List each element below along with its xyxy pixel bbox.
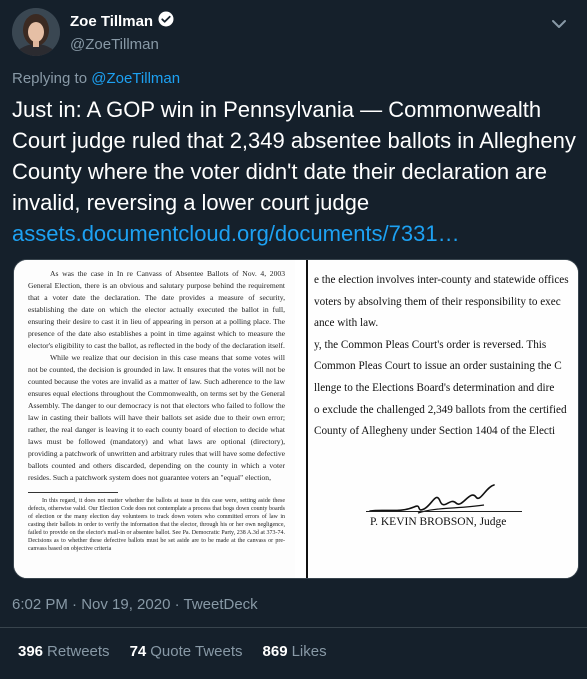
judge-name: P. KEVIN BROBSON, Judge [370, 516, 507, 528]
tweet-stats: 396 Retweets 74 Quote Tweets 869 Likes [18, 643, 347, 660]
document-line: voters by absolving them of their respon… [314, 295, 561, 308]
document-line: e the election involves inter-county and… [314, 274, 569, 286]
document-left-page: As was the case in In re Canvass of Abse… [14, 260, 295, 578]
document-line: llenge to the Elections Board's determin… [314, 381, 555, 394]
retweets-stat[interactable]: 396 Retweets [18, 643, 110, 660]
tweet-text: Just in: A GOP win in Pennsylvania — Com… [12, 94, 578, 249]
document-paragraph-1: As was the case in In re Canvass of Abse… [28, 269, 285, 350]
display-name[interactable]: Zoe Tillman [70, 13, 153, 30]
page-divider [295, 260, 310, 578]
replying-to: Replying to @ZoeTillman [12, 70, 180, 87]
document-line: ance with law. [314, 317, 379, 330]
handle[interactable]: @ZoeTillman [70, 36, 175, 53]
document-footnote: In this regard, it does not matter wheth… [28, 498, 285, 552]
likes-label: Likes [291, 643, 327, 660]
judge-signature [369, 484, 495, 514]
retweets-count: 396 [18, 643, 44, 660]
chevron-down-icon[interactable] [547, 12, 571, 36]
quote-tweets-label: Quote Tweets [150, 643, 243, 660]
avatar[interactable] [12, 8, 60, 56]
document-line: County of Allegheny under Section 1404 o… [314, 425, 556, 438]
document-paragraph-2: While we realize that our decision in th… [28, 353, 285, 482]
tweet-timestamp[interactable]: 6:02 PM · Nov 19, 2020 · TweetDeck [12, 596, 258, 613]
likes-stat[interactable]: 869 Likes [263, 643, 327, 660]
quote-tweets-stat[interactable]: 74 Quote Tweets [130, 643, 243, 660]
divider [0, 627, 587, 628]
document-line: o exclude the challenged 2,349 ballots f… [314, 403, 567, 416]
tweet-body: Just in: A GOP win in Pennsylvania — Com… [12, 97, 576, 215]
signature-line [366, 511, 522, 512]
document-line: y, the Common Pleas Court's order is rev… [314, 338, 547, 351]
document-line: Common Pleas Court to issue an order sus… [314, 360, 562, 373]
replying-label: Replying to [12, 70, 88, 87]
retweets-label: Retweets [47, 643, 110, 660]
tweet-header: Zoe Tillman @ZoeTillman [12, 8, 175, 56]
replying-to-link[interactable]: @ZoeTillman [91, 70, 180, 87]
document-right-page: e the election involves inter-county and… [310, 260, 578, 578]
tweet-media-image[interactable]: As was the case in In re Canvass of Abse… [13, 259, 579, 579]
quote-tweets-count: 74 [129, 643, 147, 660]
tweet-link[interactable]: assets.documentcloud.org/documents/7331… [12, 221, 460, 246]
likes-count: 869 [262, 643, 288, 660]
verified-badge-icon [157, 10, 175, 33]
footnote-rule [28, 492, 118, 493]
